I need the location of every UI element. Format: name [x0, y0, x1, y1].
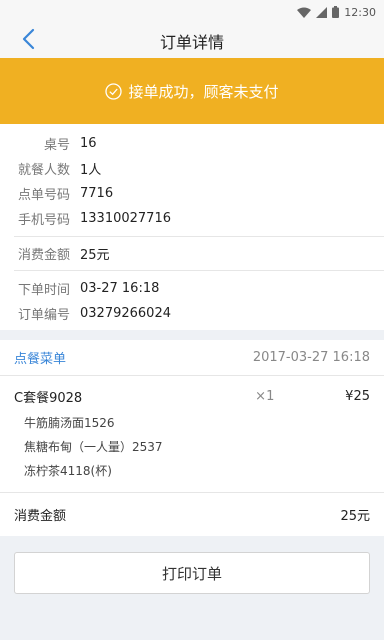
order-no-row: 订单编号 03279266024 [0, 302, 384, 324]
item-price: ¥25 [345, 388, 370, 404]
sub-item: 冻柠茶4118(杯) [24, 464, 112, 478]
amount-value: 25元 [80, 247, 110, 263]
banner-text: 接单成功，顾客未支付 [128, 82, 279, 101]
diners-row: 就餐人数 1人 [0, 157, 384, 179]
nav-bar: 订单详情 [0, 24, 384, 58]
table-row-info: 桌号 16 [0, 132, 384, 154]
diners-label: 就餐人数 [17, 162, 70, 178]
back-chevron-icon [21, 28, 35, 54]
check-circle-icon [105, 82, 123, 100]
menu-item: C套餐9028 ×1 ¥25 [0, 384, 384, 408]
menu-header: 点餐菜单 2017-03-27 16:18 [0, 340, 384, 376]
phone-value: 13310027716 [80, 210, 171, 226]
order-menu-section: 点餐菜单 2017-03-27 16:18 C套餐9028 ×1 ¥25 牛筋腩… [0, 340, 384, 536]
status-time: 12:30 [344, 5, 376, 19]
divider [14, 236, 384, 237]
amount-label: 消费金额 [17, 247, 70, 263]
order-code-value: 7716 [80, 185, 114, 201]
order-no-value: 03279266024 [80, 305, 171, 321]
table-value: 16 [80, 135, 97, 151]
table-label: 桌号 [43, 137, 70, 153]
order-code-label: 点单号码 [17, 187, 70, 203]
order-time-label: 下单时间 [17, 282, 70, 298]
item-name: C套餐9028 [14, 390, 83, 406]
wifi-icon [297, 7, 312, 18]
diners-value: 1人 [80, 162, 102, 178]
order-code-row: 点单号码 7716 [0, 182, 384, 204]
signal-icon [316, 6, 328, 18]
status-bar: 12:30 [0, 0, 384, 24]
total-label: 消费金额 [14, 509, 67, 524]
order-time-row: 下单时间 03-27 16:18 [0, 277, 384, 299]
battery-icon [332, 6, 340, 18]
amount-row: 消费金额 25元 [0, 242, 384, 264]
menu-time: 2017-03-27 16:18 [252, 350, 370, 365]
divider [14, 270, 384, 271]
back-button[interactable] [14, 28, 42, 54]
status-banner: 接单成功，顾客未支付 [0, 58, 384, 124]
total-value: 25元 [340, 509, 370, 524]
phone-row: 手机号码 13310027716 [0, 207, 384, 229]
sub-item: 牛筋腩汤面1526 [24, 416, 115, 430]
order-no-label: 订单编号 [17, 307, 70, 323]
order-info-section: 桌号 16 就餐人数 1人 点单号码 7716 手机号码 13310027716… [0, 124, 384, 330]
item-qty: ×1 [255, 388, 275, 404]
phone-label: 手机号码 [17, 212, 70, 228]
menu-title: 点餐菜单 [14, 352, 67, 367]
print-order-button[interactable]: 打印订单 [14, 552, 370, 594]
page-title: 订单详情 [159, 33, 224, 52]
order-time-value: 03-27 16:18 [80, 280, 160, 296]
sub-item: 焦糖布甸（一人量）2537 [24, 440, 163, 454]
menu-total-row: 消费金额 25元 [0, 492, 384, 536]
